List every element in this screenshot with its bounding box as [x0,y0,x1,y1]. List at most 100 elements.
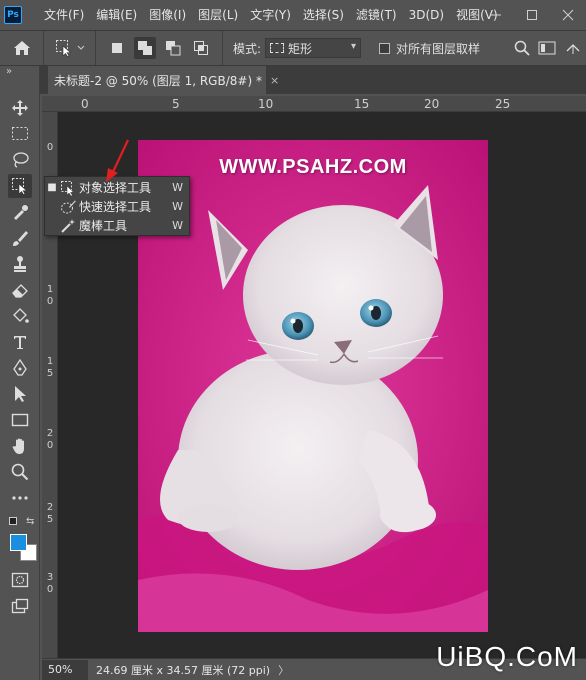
red-pointer-arrow-icon [106,139,129,182]
horizontal-ruler[interactable]: 0 5 10 15 20 25 [42,96,586,112]
maximize-icon [527,10,537,20]
paint-bucket-icon [13,308,29,323]
menu-image[interactable]: 图像(I) [143,0,192,30]
menu-layer[interactable]: 图层(L) [192,0,244,30]
rectangle-mode-icon [270,43,285,53]
marquee-tool[interactable] [8,122,32,146]
menu-item-label: 快速选择工具 [79,200,152,214]
eyedropper-icon [14,205,28,220]
site-watermark-logo: UiBQ.CoM [436,641,578,672]
close-tab-icon[interactable]: × [270,74,279,87]
status-menu-arrow-icon[interactable]: 〉 [278,662,289,678]
chevron-down-icon [77,45,84,50]
rectangle-shape-icon [11,413,29,427]
menu-file[interactable]: 文件(F) [38,0,90,30]
document-tab[interactable]: 未标题-2 @ 50% (图层 1, RGB/8#) * × [48,66,279,94]
zoom-icon [11,463,29,481]
maximize-button[interactable] [514,0,550,30]
chevron-down-icon: ▾ [351,41,357,52]
object-selection-tool[interactable] [8,174,32,198]
lasso-tool[interactable] [8,148,32,172]
hand-tool[interactable] [8,434,32,458]
menu-item-magic-wand[interactable]: 魔棒工具 W [45,216,191,235]
new-selection-icon [112,43,122,53]
sample-all-layers-option[interactable]: 对所有图层取样 [379,40,480,57]
magic-wand-icon [59,218,77,234]
pen-icon [13,359,27,376]
window-controls [478,0,586,30]
menu-filter[interactable]: 滤镜(T) [350,0,403,30]
swap-colors-icon[interactable]: ⇆ [26,516,34,527]
ruler-top-label: 10 [258,97,274,111]
menu-select[interactable]: 选择(S) [297,0,350,30]
brush-icon [13,231,28,246]
watermark-text: WWW.PSAHZ.COM [219,156,407,178]
shortcut-label: W [172,181,183,194]
close-icon [562,9,574,21]
new-selection-button[interactable] [106,37,128,59]
tools-panel: » ⇆ [0,66,40,680]
minimize-button[interactable] [478,0,514,30]
shortcut-label: W [172,200,183,213]
hand-icon [12,438,24,454]
sample-all-layers-checkbox[interactable] [379,42,391,54]
options-right-icons [514,31,586,65]
ruler-left-label: 2 0 [46,428,54,451]
path-selection-tool[interactable] [8,382,32,406]
add-selection-button[interactable] [134,37,156,59]
sample-all-layers-label: 对所有图层取样 [396,41,481,56]
type-tool[interactable] [8,330,32,354]
foreground-color-swatch[interactable] [10,534,27,551]
object-selection-icon [59,180,77,196]
quick-mask-button[interactable] [8,568,32,592]
home-button[interactable] [0,31,44,65]
default-colors-icon[interactable] [9,517,17,525]
intersect-selection-button[interactable] [190,37,212,59]
share-icon[interactable] [564,41,582,55]
ruler-top-label: 0 [81,97,89,111]
subtract-selection-button[interactable] [162,37,184,59]
options-bar: 模式: 矩形 ▾ 对所有图层取样 [0,30,586,66]
stamp-tool[interactable] [8,252,32,276]
collapse-toolbar-icon[interactable]: » [6,66,12,77]
ruler-left-label: 3 0 [46,572,54,595]
zoom-level-field[interactable]: 50% [42,659,88,680]
screen-mode-button[interactable] [8,594,32,618]
rectangular-marquee-icon [12,127,28,140]
minimize-icon [491,14,501,16]
intersect-selection-icon [194,41,208,55]
menu-edit[interactable]: 编辑(E) [90,0,143,30]
brush-tool[interactable] [8,226,32,250]
quick-mask-icon [11,572,29,588]
crop-tool[interactable] [8,200,32,224]
ps-app-icon[interactable]: Ps [4,6,22,24]
ruler-left-label: 1 5 [46,356,54,379]
photoshop-window: Ps 文件(F) 编辑(E) 图像(I) 图层(L) 文字(Y) 选择(S) 滤… [0,0,586,680]
move-tool[interactable] [8,96,32,120]
workspace-icon[interactable] [538,41,556,55]
paint-bucket-tool[interactable] [8,304,32,328]
edit-toolbar-button[interactable] [8,486,32,510]
lasso-icon [13,152,29,168]
search-icon[interactable] [514,40,530,56]
mode-select[interactable]: 矩形 ▾ [265,38,362,58]
arrow-pointer-icon [15,386,26,402]
tool-preset-picker[interactable] [44,31,96,65]
mode-label: 模式: [233,41,262,56]
subtract-selection-icon [166,41,181,56]
pen-tool[interactable] [8,356,32,380]
menu-list: 文件(F) 编辑(E) 图像(I) 图层(L) 文字(Y) 选择(S) 滤镜(T… [38,0,504,30]
ruler-top-label: 5 [172,97,180,111]
eraser-tool[interactable] [8,278,32,302]
zoom-tool[interactable] [8,460,32,484]
menu-item-quick-selection[interactable]: 快速选择工具 W [45,197,191,216]
close-window-button[interactable] [550,0,586,30]
status-bar: 50% 24.69 厘米 x 34.57 厘米 (72 ppi) 〉 UiBQ.… [42,641,586,680]
menu-3d[interactable]: 3D(D) [403,0,450,30]
menu-item-label: 魔棒工具 [79,219,128,233]
ruler-top-label: 15 [354,97,370,111]
rectangle-tool[interactable] [8,408,32,432]
menu-type[interactable]: 文字(Y) [244,0,297,30]
document-tab-title: 未标题-2 @ 50% (图层 1, RGB/8#) * [54,73,262,88]
screen-mode-icon [11,598,29,614]
